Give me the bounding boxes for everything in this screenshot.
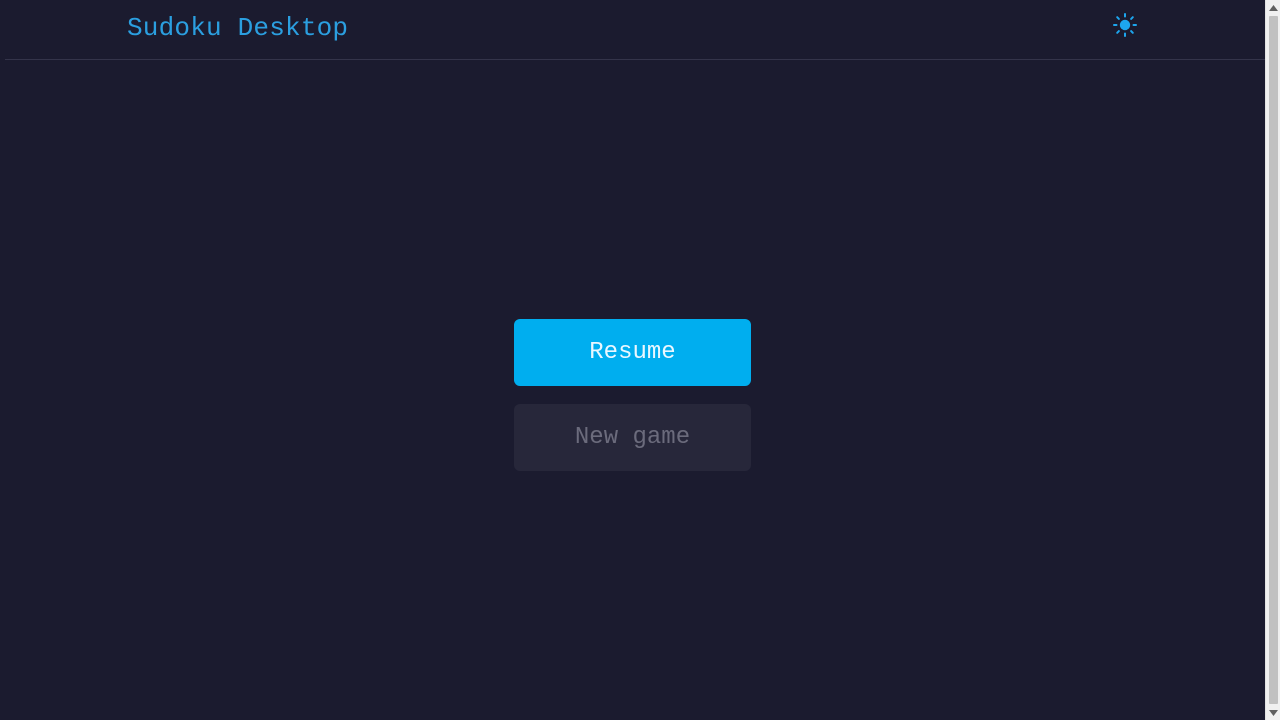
app-header: Sudoku Desktop xyxy=(5,0,1265,60)
new-game-button[interactable]: New game xyxy=(514,404,751,471)
resume-button[interactable]: Resume xyxy=(514,319,751,386)
app-title: Sudoku Desktop xyxy=(127,13,349,43)
vertical-scrollbar[interactable] xyxy=(1265,0,1280,720)
sun-icon xyxy=(1112,12,1138,41)
scroll-down-arrow-icon[interactable] xyxy=(1266,705,1280,720)
scrollbar-thumb[interactable] xyxy=(1269,16,1278,704)
app-window: Sudoku Desktop Resume New game xyxy=(0,0,1265,720)
theme-toggle-button[interactable] xyxy=(1111,12,1139,40)
main-menu: Resume New game xyxy=(514,319,751,471)
scroll-up-arrow-icon[interactable] xyxy=(1266,0,1280,15)
